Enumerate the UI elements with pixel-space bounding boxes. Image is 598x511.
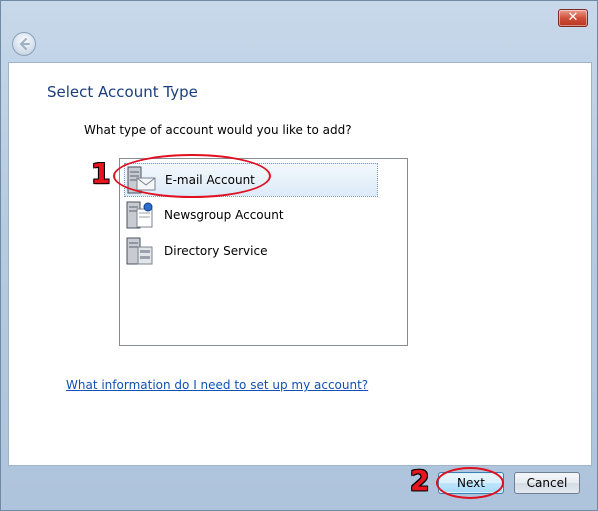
close-button[interactable]: ✕	[558, 9, 588, 27]
back-button[interactable]	[12, 32, 36, 56]
step-2-highlight-ellipse	[436, 467, 504, 499]
step-2-marker: 2	[410, 464, 430, 497]
list-item-directory-service[interactable]: Directory Service	[124, 235, 380, 267]
page-title: Select Account Type	[47, 83, 198, 101]
cancel-button[interactable]: Cancel	[514, 472, 580, 494]
newsgroup-server-icon	[126, 201, 153, 229]
step-1-highlight-ellipse	[113, 154, 271, 198]
account-type-prompt: What type of account would you like to a…	[84, 123, 352, 137]
content-panel: Select Account Type What type of account…	[8, 62, 592, 466]
list-item-label: Directory Service	[164, 244, 268, 258]
wizard-window: ✕ Select Account Type What type of accou…	[0, 0, 598, 511]
wizard-footer: Next Cancel	[1, 463, 597, 510]
close-icon: ✕	[567, 10, 579, 25]
back-arrow-icon	[19, 38, 30, 50]
step-1-marker: 1	[91, 157, 111, 190]
directory-server-icon	[126, 237, 153, 265]
list-item-newsgroup-account[interactable]: Newsgroup Account	[124, 199, 380, 231]
account-info-help-link[interactable]: What information do I need to set up my …	[66, 378, 368, 392]
title-bar: ✕	[1, 1, 597, 63]
list-item-label: Newsgroup Account	[164, 208, 284, 222]
